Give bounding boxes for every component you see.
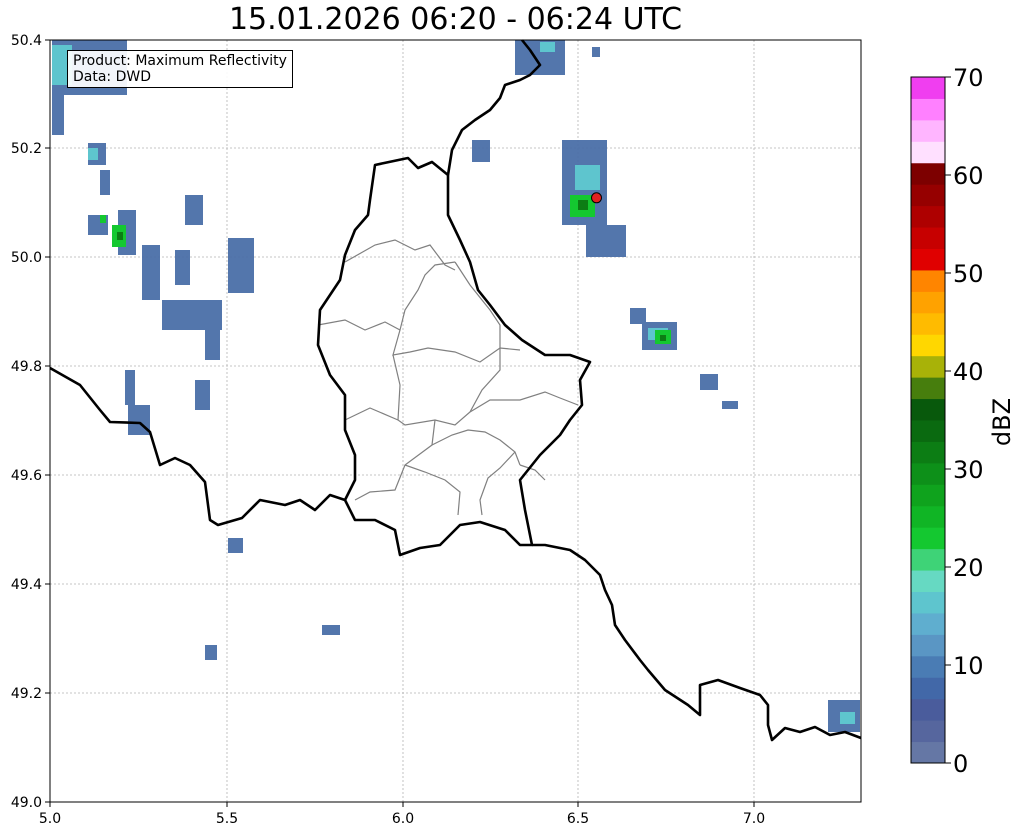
colorbar-segment bbox=[911, 505, 945, 528]
colorbar-segment bbox=[911, 655, 945, 678]
y-tick-label: 49.8 bbox=[11, 359, 42, 375]
colorbar-segment bbox=[911, 248, 945, 271]
colorbar-segment bbox=[911, 548, 945, 571]
colorbar-segment bbox=[911, 677, 945, 700]
info-box: Product: Maximum Reflectivity Data: DWD bbox=[67, 50, 293, 88]
colorbar-segment bbox=[911, 119, 945, 142]
y-tick-label: 50.2 bbox=[11, 141, 42, 157]
colorbar-segment bbox=[911, 162, 945, 185]
x-tick-label: 6.0 bbox=[392, 811, 414, 827]
colorbar-segment bbox=[911, 269, 945, 292]
colorbar-segment bbox=[911, 570, 945, 592]
colorbar-tick-label: 40 bbox=[953, 358, 984, 386]
colorbar-segment bbox=[911, 612, 945, 635]
colorbar-segment bbox=[911, 591, 945, 614]
colorbar-segment bbox=[911, 462, 945, 485]
colorbar-segment bbox=[911, 355, 945, 378]
y-tick-label: 49.0 bbox=[11, 795, 42, 811]
colorbar-segment bbox=[911, 634, 945, 657]
x-axis: 5.0 5.5 6.0 6.5 7.0 bbox=[39, 802, 765, 827]
colorbar-segment bbox=[911, 77, 945, 99]
colorbar-segments bbox=[911, 77, 945, 764]
colorbar-segment bbox=[911, 98, 945, 121]
colorbar-segment bbox=[911, 377, 945, 400]
radar-map: 5.0 5.5 6.0 6.5 7.0 49.0 49.2 49.4 49.6 … bbox=[11, 33, 1016, 827]
y-tick-label: 49.2 bbox=[11, 686, 42, 702]
location-marker bbox=[591, 192, 602, 204]
y-tick-label: 50.0 bbox=[11, 250, 42, 266]
colorbar-tick-label: 60 bbox=[953, 162, 984, 190]
x-tick-label: 5.0 bbox=[39, 811, 61, 827]
y-tick-label: 49.6 bbox=[11, 468, 42, 484]
y-tick-label: 49.4 bbox=[11, 577, 42, 593]
colorbar: 0 10 20 30 40 50 60 70 dBZ bbox=[910, 64, 1016, 778]
x-tick-label: 7.0 bbox=[743, 811, 765, 827]
colorbar-tick-label: 30 bbox=[953, 456, 984, 484]
x-tick-label: 5.5 bbox=[216, 811, 238, 827]
colorbar-unit-label: dBZ bbox=[988, 398, 1016, 446]
colorbar-segment bbox=[911, 398, 945, 421]
colorbar-ticks: 0 10 20 30 40 50 60 70 bbox=[945, 64, 984, 778]
colorbar-segment bbox=[911, 312, 945, 335]
colorbar-segment bbox=[911, 527, 945, 550]
colorbar-tick-label: 10 bbox=[953, 652, 984, 680]
colorbar-segment bbox=[911, 205, 945, 228]
colorbar-segment bbox=[911, 698, 945, 721]
colorbar-tick-label: 50 bbox=[953, 260, 984, 288]
colorbar-tick-label: 0 bbox=[953, 750, 968, 778]
colorbar-segment bbox=[911, 741, 945, 764]
data-source-label: Data: DWD bbox=[73, 69, 151, 85]
product-label: Product: Maximum Reflectivity bbox=[73, 53, 287, 69]
colorbar-segment bbox=[911, 441, 945, 464]
colorbar-tick-label: 70 bbox=[953, 64, 984, 92]
colorbar-segment bbox=[911, 141, 945, 164]
colorbar-segment bbox=[911, 291, 945, 314]
colorbar-segment bbox=[911, 334, 945, 357]
colorbar-segment bbox=[911, 184, 945, 207]
colorbar-segment bbox=[911, 420, 945, 442]
colorbar-tick-label: 20 bbox=[953, 554, 984, 582]
colorbar-segment bbox=[911, 227, 945, 249]
colorbar-segment bbox=[911, 720, 945, 743]
y-tick-label: 50.4 bbox=[11, 33, 42, 49]
y-axis: 49.0 49.2 49.4 49.6 49.8 50.0 50.2 50.4 bbox=[11, 33, 50, 811]
x-tick-label: 6.5 bbox=[567, 811, 589, 827]
colorbar-segment bbox=[911, 484, 945, 507]
